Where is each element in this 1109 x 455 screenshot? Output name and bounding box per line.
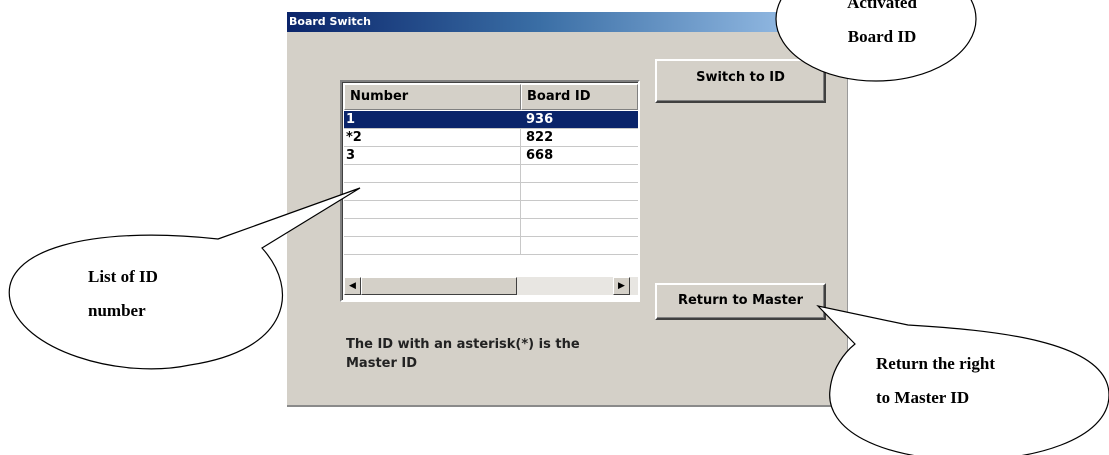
list-row-empty[interactable] bbox=[344, 183, 638, 201]
row-number: *2 bbox=[344, 129, 521, 146]
callout-line: number bbox=[88, 301, 146, 320]
dialog-title: Board Switch bbox=[289, 15, 371, 28]
scroll-thumb[interactable] bbox=[361, 277, 517, 295]
scroll-right-button[interactable]: ▶ bbox=[613, 277, 630, 295]
callout-line: Return the right bbox=[876, 354, 995, 373]
callout-line: Activated bbox=[847, 0, 917, 12]
row-board-id bbox=[521, 201, 638, 218]
scroll-left-button[interactable]: ◀ bbox=[344, 277, 361, 295]
list-row-2[interactable]: *2 822 bbox=[344, 129, 638, 147]
note-line-2: Master ID bbox=[346, 356, 418, 371]
list-header: Number Board ID bbox=[344, 84, 638, 110]
column-header-number[interactable]: Number bbox=[344, 84, 521, 110]
row-board-id bbox=[521, 183, 638, 200]
callout-line: Board ID bbox=[847, 27, 917, 46]
callout-line: List of ID bbox=[88, 267, 158, 286]
row-number bbox=[344, 237, 521, 254]
switch-to-id-button[interactable]: Switch to ID bbox=[655, 59, 826, 103]
row-board-id bbox=[521, 219, 638, 236]
row-board-id bbox=[521, 237, 638, 254]
list-row-empty[interactable] bbox=[344, 165, 638, 183]
arrow-right-icon: ▶ bbox=[618, 281, 625, 291]
title-bar[interactable]: Board Switch bbox=[287, 12, 847, 32]
row-board-id: 822 bbox=[526, 130, 554, 145]
arrow-left-icon: ◀ bbox=[349, 281, 356, 291]
note-line-1: The ID with an asterisk(*) is the bbox=[346, 337, 580, 352]
master-id-note: The ID with an asterisk(*) is the Master… bbox=[346, 335, 666, 373]
callout-activated-board-id: Activated Board ID bbox=[822, 0, 942, 54]
list-row-empty[interactable] bbox=[344, 219, 638, 237]
row-number bbox=[344, 219, 521, 236]
row-board-id: 668 bbox=[526, 148, 554, 163]
list-row-1[interactable]: 1 936 bbox=[344, 111, 638, 129]
horizontal-scrollbar[interactable]: ◀ ▶ bbox=[344, 277, 638, 295]
row-number: 3 bbox=[344, 147, 521, 164]
return-to-master-button[interactable]: Return to Master bbox=[655, 283, 826, 320]
list-rows: 1 936 *2 822 3 668 bbox=[344, 111, 638, 255]
row-number: 1 bbox=[344, 111, 521, 128]
board-id-list[interactable]: Number Board ID 1 936 *2 822 3 668 ◀ ▶ bbox=[340, 80, 640, 302]
list-row-empty[interactable] bbox=[344, 201, 638, 219]
row-board-id: 936 bbox=[526, 112, 554, 127]
column-header-board-id[interactable]: Board ID bbox=[521, 84, 638, 110]
list-row-3[interactable]: 3 668 bbox=[344, 147, 638, 165]
callout-list-of-id: List of ID number bbox=[88, 260, 208, 328]
callout-return-master: Return the right to Master ID bbox=[876, 347, 1076, 415]
row-number bbox=[344, 165, 521, 182]
row-board-id bbox=[521, 165, 638, 182]
row-number bbox=[344, 183, 521, 200]
callout-line: to Master ID bbox=[876, 388, 970, 407]
list-row-empty[interactable] bbox=[344, 237, 638, 255]
row-number bbox=[344, 201, 521, 218]
